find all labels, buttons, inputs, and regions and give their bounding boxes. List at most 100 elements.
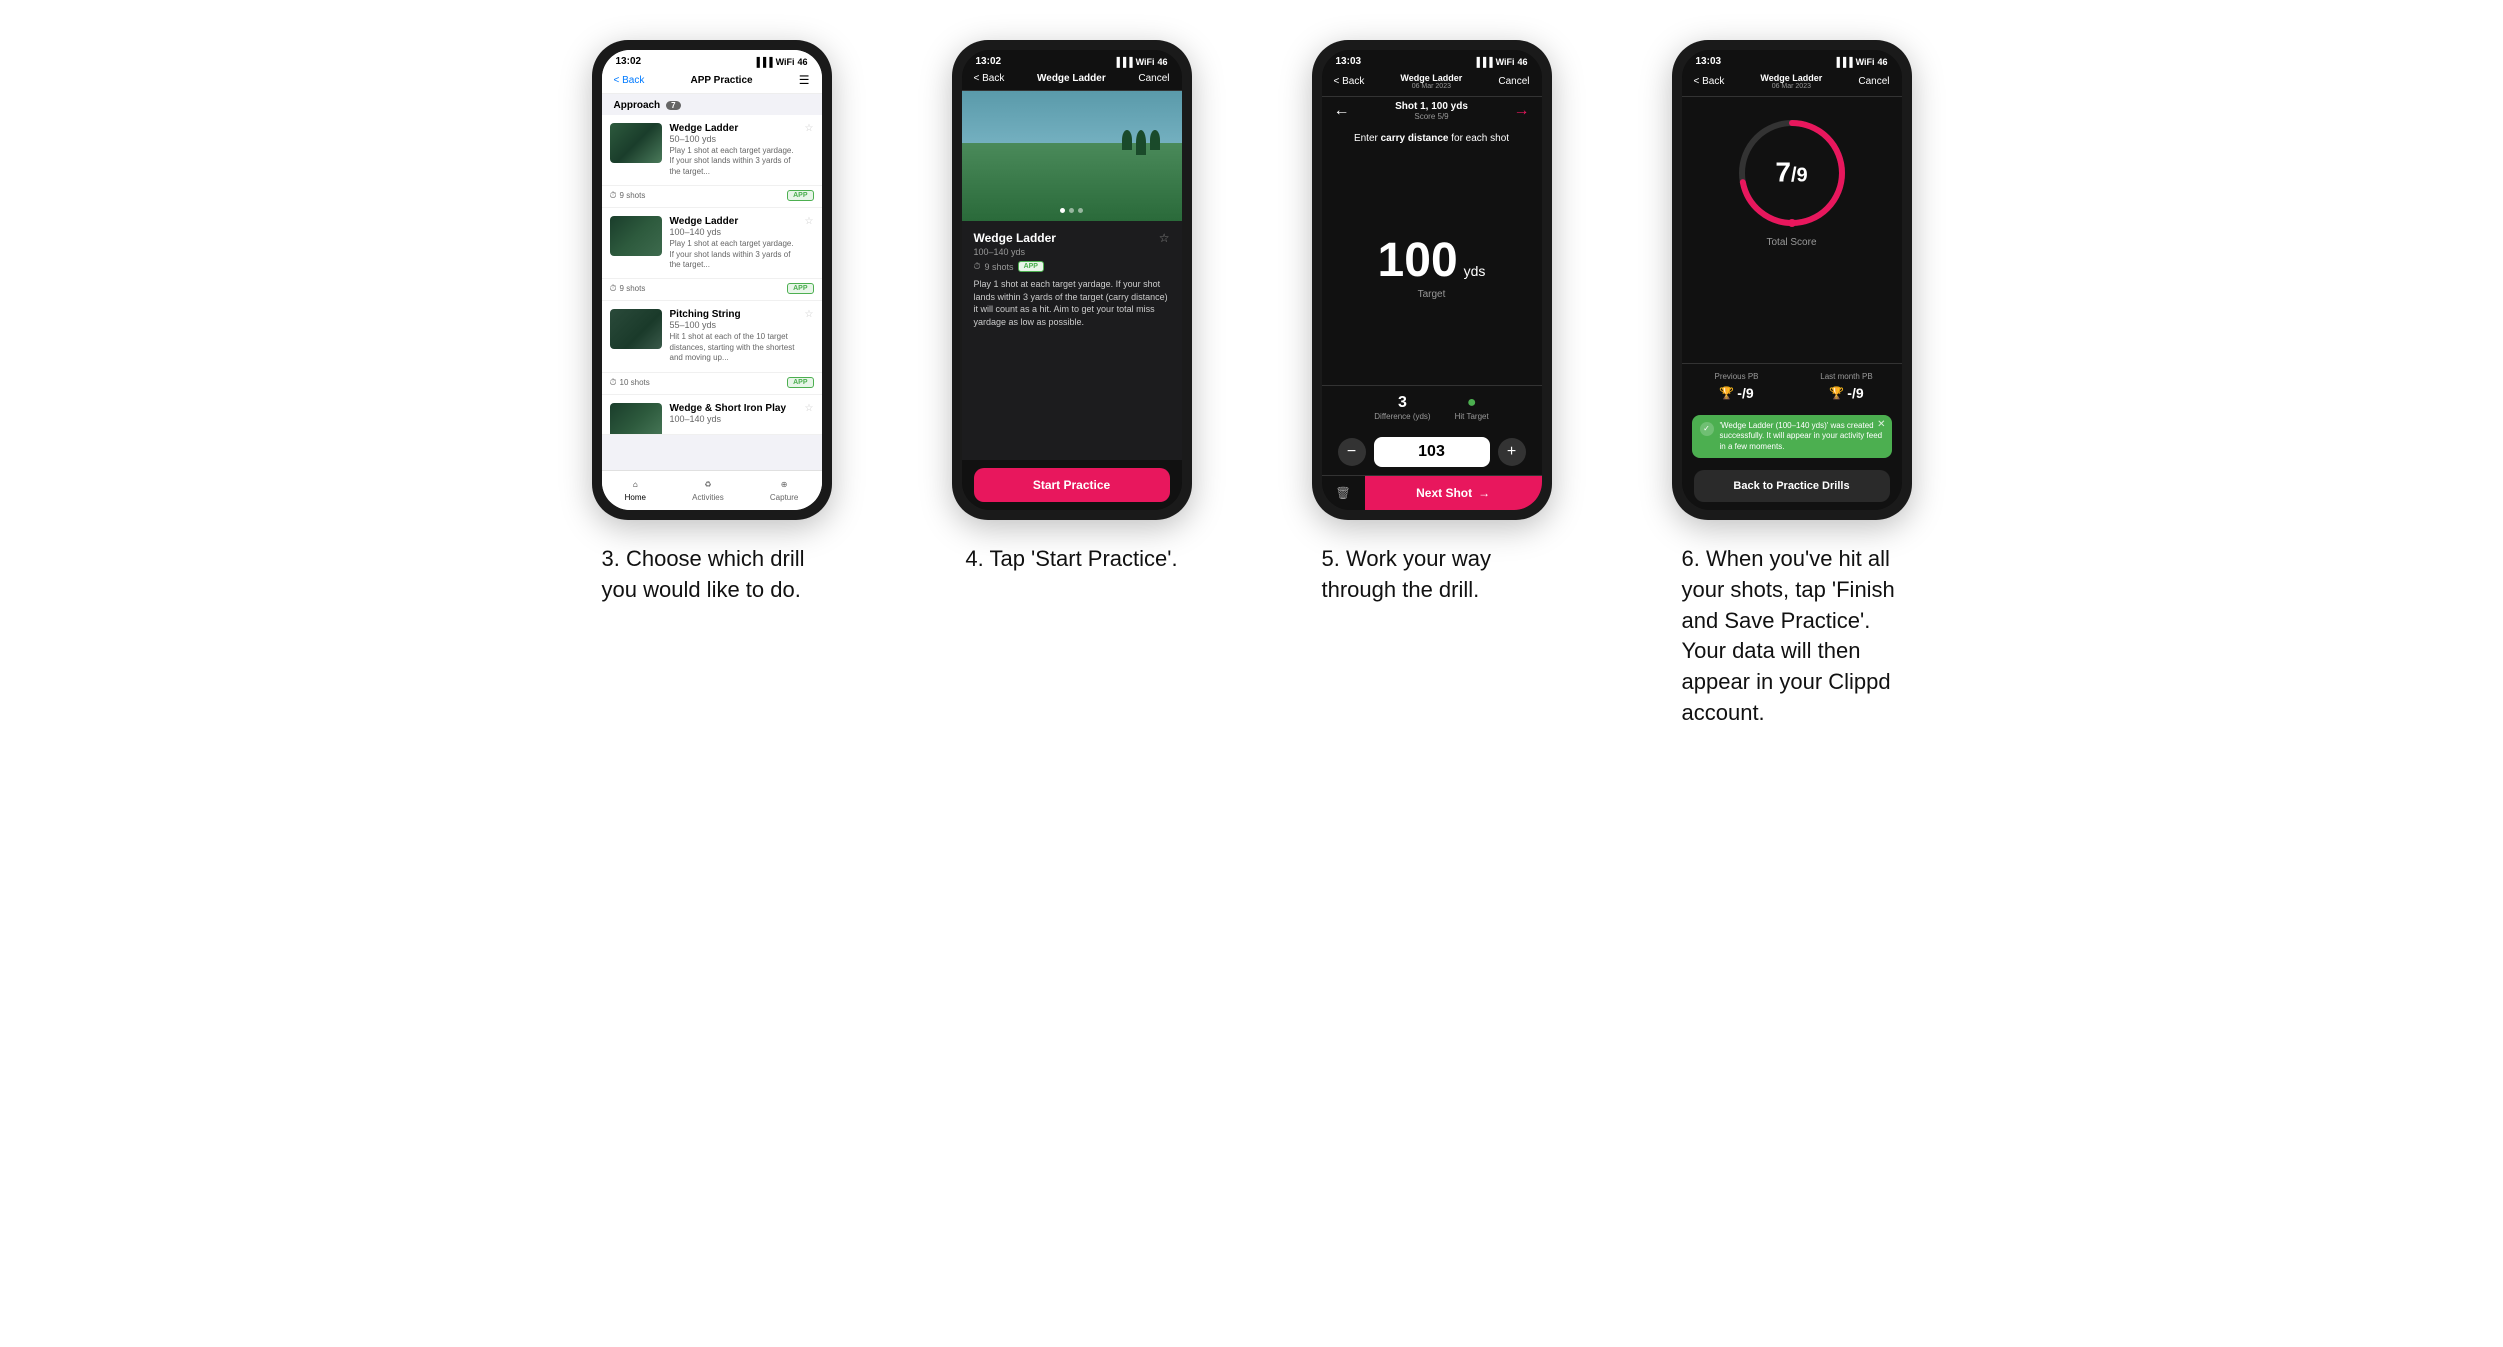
image-dots	[962, 204, 1182, 217]
drill-detail-shots: ⏱ 9 shots APP	[974, 261, 1170, 272]
drill-item-2[interactable]: Wedge Ladder 100–140 yds Play 1 shot at …	[602, 208, 822, 279]
nav-title-2: Wedge Ladder	[1037, 73, 1106, 84]
capture-icon: ⊕	[775, 477, 793, 491]
status-bar-3: 13:03 ▐▐▐ WiFi 46	[1322, 50, 1542, 69]
wifi-icon-3: WiFi	[1496, 57, 1515, 67]
action-row: 🗑 Next Shot →	[1322, 475, 1542, 510]
shots-count-1: ⏱ 9 shots	[610, 190, 646, 201]
nav-cancel-3[interactable]: Cancel	[1498, 76, 1529, 87]
golf-thumb-img-3	[610, 309, 662, 349]
increment-button[interactable]: +	[1498, 438, 1526, 466]
phone-3-screen: 13:03 ▐▐▐ WiFi 46 < Back Wedge Ladder 06…	[1322, 50, 1542, 510]
signal-icon: ▐▐▐	[753, 57, 772, 67]
drill-footer-3: ⏱ 10 shots APP	[602, 373, 822, 395]
drill-thumb-4	[610, 403, 662, 435]
drill-star-2[interactable]: ☆	[805, 216, 814, 227]
caption-3: 5. Work your way through the drill.	[1322, 544, 1542, 606]
pb-row: Previous PB 🏆 -/9 Last month PB 🏆 -/9	[1682, 363, 1902, 409]
next-shot-arrow[interactable]: →	[1514, 102, 1530, 120]
nav-title-1: APP Practice	[691, 75, 753, 86]
signal-icon-2: ▐▐▐	[1113, 57, 1132, 67]
hit-target-value: ●	[1455, 394, 1489, 412]
score-denominator: /9	[1791, 165, 1808, 188]
nav-back-4[interactable]: < Back	[1694, 76, 1725, 87]
drill-item-1[interactable]: Wedge Ladder 50–100 yds Play 1 shot at e…	[602, 115, 822, 186]
success-toast: ✓ 'Wedge Ladder (100–140 yds)' was creat…	[1692, 415, 1892, 458]
drill-star-3[interactable]: ☆	[805, 309, 814, 320]
drill-desc-3: Hit 1 shot at each of the 10 target dist…	[670, 332, 797, 363]
home-icon: ⌂	[626, 477, 644, 491]
drill-item-3[interactable]: Pitching String 55–100 yds Hit 1 shot at…	[602, 301, 822, 372]
toast-close-button[interactable]: ✕	[1877, 419, 1885, 430]
toast-text: 'Wedge Ladder (100–140 yds)' was created…	[1720, 421, 1884, 452]
tab-activities[interactable]: ♻ Activities	[692, 477, 724, 502]
signal-icon-3: ▐▐▐	[1473, 57, 1492, 67]
drill-name-3: Pitching String	[670, 309, 797, 320]
nav-back-3[interactable]: < Back	[1334, 76, 1365, 87]
screen2-content: Wedge Ladder ☆ 100–140 yds ⏱ 9 shots APP…	[962, 91, 1182, 510]
difference-label: Difference (yds)	[1374, 412, 1430, 421]
nav-sub-date-3: 06 Mar 2023	[1412, 83, 1451, 90]
golf-thumb-img-4	[610, 403, 662, 435]
phone-section-3: 13:03 ▐▐▐ WiFi 46 < Back Wedge Ladder 06…	[1272, 40, 1592, 606]
nav-bar-2: < Back Wedge Ladder Cancel	[962, 69, 1182, 91]
drill-star-1[interactable]: ☆	[805, 123, 814, 134]
shot-nav: ← Shot 1, 100 yds Score 5/9 →	[1322, 97, 1542, 125]
phone-section-2: 13:02 ▐▐▐ WiFi 46 < Back Wedge Ladder Ca…	[912, 40, 1232, 575]
caption-1: 3. Choose which drill you would like to …	[602, 544, 822, 606]
phone-1-screen: 13:02 ▐▐▐ WiFi 46 < Back APP Practice ☰	[602, 50, 822, 510]
drill-yds-3: 55–100 yds	[670, 320, 797, 330]
nav-back-2[interactable]: < Back	[974, 73, 1005, 84]
section-header: Approach 7	[602, 94, 822, 115]
nav-cancel-4[interactable]: Cancel	[1858, 76, 1889, 87]
status-bar-4: 13:03 ▐▐▐ WiFi 46	[1682, 50, 1902, 69]
drill-thumb-1	[610, 123, 662, 163]
drill-name-4: Wedge & Short Iron Play	[670, 403, 797, 414]
stat-difference: 3 Difference (yds)	[1374, 394, 1430, 421]
prev-shot-arrow[interactable]: ←	[1334, 102, 1350, 120]
nav-back-1[interactable]: < Back	[614, 75, 645, 86]
delete-button[interactable]: 🗑	[1322, 476, 1365, 510]
golf-tree-2	[1136, 130, 1146, 155]
target-value: 100	[1378, 237, 1458, 285]
hit-target-label: Hit Target	[1455, 412, 1489, 421]
shot-title: Shot 1, 100 yds	[1395, 101, 1468, 112]
decrement-button[interactable]: −	[1338, 438, 1366, 466]
tab-home-label: Home	[625, 493, 646, 502]
nav-sub-title-4: Wedge Ladder	[1760, 73, 1822, 83]
drill-detail-card: Wedge Ladder ☆ 100–140 yds ⏱ 9 shots APP…	[962, 221, 1182, 460]
dot-2	[1069, 208, 1074, 213]
status-icons-2: ▐▐▐ WiFi 46	[1113, 57, 1167, 67]
nav-menu-icon[interactable]: ☰	[799, 73, 810, 87]
battery-icon-2: 46	[1157, 57, 1167, 67]
drill-desc-2: Play 1 shot at each target yardage. If y…	[670, 239, 797, 270]
golf-tree-3	[1150, 130, 1160, 150]
drill-detail-star[interactable]: ☆	[1159, 231, 1170, 245]
drill-detail-header: Wedge Ladder ☆	[974, 231, 1170, 245]
shots-count-3: ⏱ 10 shots	[610, 377, 650, 388]
last-month-pb-label: Last month PB	[1808, 372, 1886, 381]
tab-capture[interactable]: ⊕ Capture	[770, 477, 798, 502]
nav-sub-title-3: Wedge Ladder	[1400, 73, 1462, 83]
nav-cancel-2[interactable]: Cancel	[1138, 73, 1169, 84]
shot-score: Score 5/9	[1395, 112, 1468, 121]
drill-name-1: Wedge Ladder	[670, 123, 797, 134]
back-to-drills-button[interactable]: Back to Practice Drills	[1694, 470, 1890, 502]
drill-item-4[interactable]: Wedge & Short Iron Play 100–140 yds ☆	[602, 395, 822, 435]
next-shot-button[interactable]: Next Shot →	[1365, 476, 1542, 510]
tab-home[interactable]: ⌂ Home	[625, 477, 646, 502]
stat-hit-target: ● Hit Target	[1455, 394, 1489, 421]
distance-input[interactable]: 103	[1374, 437, 1490, 467]
drill-name-2: Wedge Ladder	[670, 216, 797, 227]
score-text: 7 /9	[1775, 159, 1807, 188]
start-practice-button[interactable]: Start Practice	[974, 468, 1170, 502]
drill-info-1: Wedge Ladder 50–100 yds Play 1 shot at e…	[670, 123, 797, 177]
previous-pb-score: -/9	[1737, 385, 1753, 401]
previous-pb-label: Previous PB	[1698, 372, 1776, 381]
wifi-icon-2: WiFi	[1136, 57, 1155, 67]
golf-thumb-img-2	[610, 216, 662, 256]
stats-row: 3 Difference (yds) ● Hit Target	[1322, 385, 1542, 429]
tab-bar-1: ⌂ Home ♻ Activities ⊕ Capture	[602, 470, 822, 510]
drill-star-4[interactable]: ☆	[805, 403, 814, 414]
nav-bar-4: < Back Wedge Ladder 06 Mar 2023 Cancel	[1682, 69, 1902, 97]
